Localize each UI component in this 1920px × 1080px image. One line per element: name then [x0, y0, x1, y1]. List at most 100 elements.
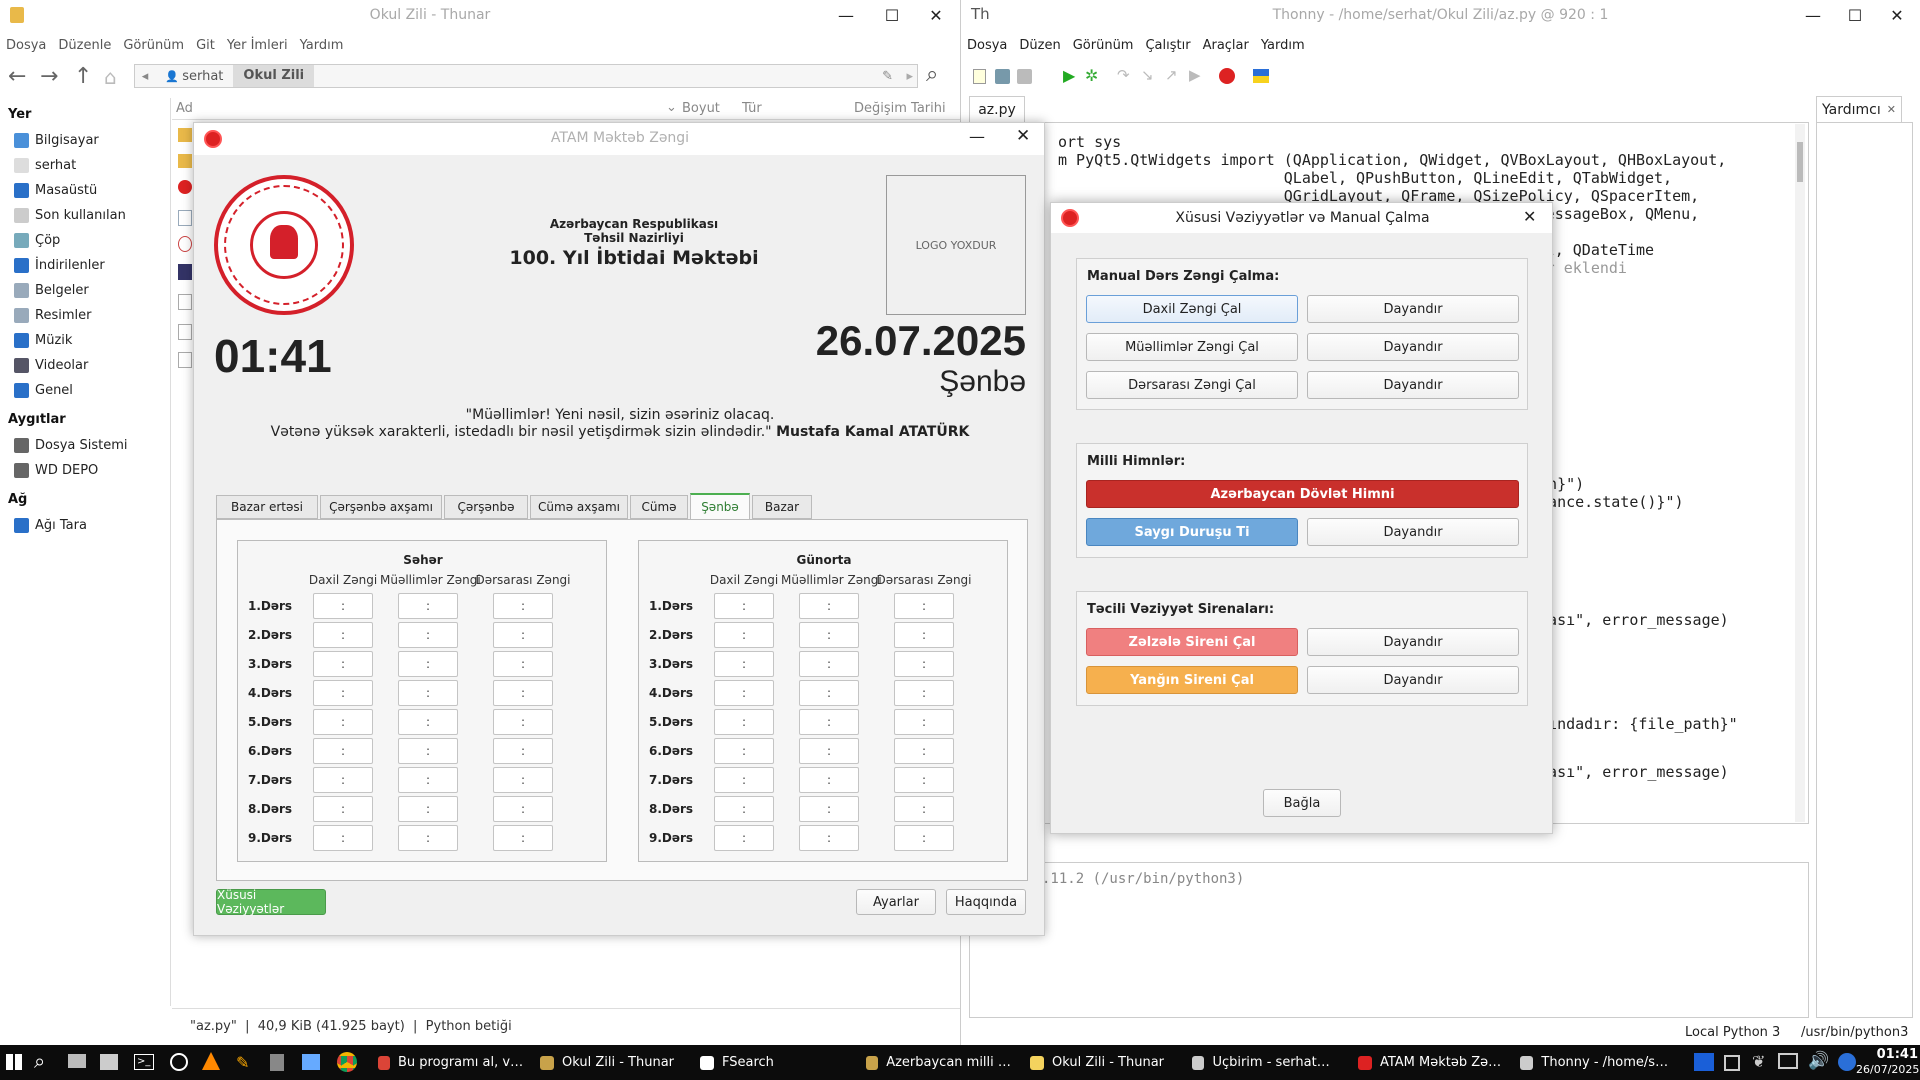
file-manager-icon[interactable]	[100, 1054, 118, 1070]
time-field[interactable]: :	[493, 709, 553, 735]
tray-maple-icon[interactable]: ❦	[1752, 1052, 1765, 1071]
sidebar-item[interactable]: Videolar	[0, 353, 170, 378]
taskbar-item[interactable]: ATAM Məktəb Zəngi	[1358, 1045, 1508, 1080]
time-field[interactable]: :	[493, 796, 553, 822]
tray-checkbox-icon[interactable]	[1724, 1055, 1740, 1071]
time-field[interactable]: :	[799, 680, 859, 706]
interpreter-label[interactable]: Local Python 3	[1685, 1025, 1780, 1040]
time-field[interactable]: :	[799, 767, 859, 793]
time-field[interactable]: :	[894, 825, 954, 851]
folder-icon[interactable]	[178, 154, 192, 168]
time-field[interactable]: :	[398, 593, 458, 619]
time-field[interactable]: :	[493, 651, 553, 677]
sidebar-item[interactable]: Müzik	[0, 328, 170, 353]
time-field[interactable]: :	[894, 796, 954, 822]
sidebar-item[interactable]: Masaüstü	[0, 178, 170, 203]
play-entry-bell-button[interactable]: Daxil Zəngi Çal	[1086, 295, 1298, 323]
minimize-button[interactable]: —	[824, 0, 868, 30]
open-file-icon[interactable]	[995, 69, 1010, 84]
thunar-titlebar[interactable]: Okul Zili - Thunar	[0, 0, 960, 30]
maximize-button[interactable]: ☐	[870, 0, 914, 30]
ukraine-flag-icon[interactable]	[1253, 69, 1269, 83]
time-field[interactable]: :	[313, 738, 373, 764]
time-field[interactable]: :	[894, 593, 954, 619]
time-field[interactable]: :	[313, 825, 373, 851]
sidebar-item[interactable]: WD DEPO	[0, 458, 170, 483]
back-icon[interactable]: ←	[8, 64, 26, 89]
time-field[interactable]: :	[799, 622, 859, 648]
menu-item[interactable]: Yardım	[300, 38, 344, 53]
location-bar[interactable]: ◂ 👤 serhat Okul Zili ✎ ▸	[134, 64, 918, 88]
column-date[interactable]: Değişim Tarihi	[854, 101, 946, 116]
stop-fire-siren-button[interactable]: Dayandır	[1307, 666, 1519, 694]
time-field[interactable]: :	[398, 738, 458, 764]
stop-break-bell-button[interactable]: Dayandır	[1307, 371, 1519, 399]
time-field[interactable]: :	[714, 651, 774, 677]
menu-item[interactable]: Dosya	[967, 38, 1007, 53]
sidebar-divider[interactable]	[170, 98, 171, 1006]
hammer-icon[interactable]	[68, 1054, 86, 1068]
time-field[interactable]: :	[493, 825, 553, 851]
taskbar-item[interactable]: Bu programı al, ve az...	[378, 1045, 528, 1080]
time-field[interactable]: :	[799, 593, 859, 619]
time-field[interactable]: :	[894, 738, 954, 764]
time-field[interactable]: :	[714, 593, 774, 619]
time-field[interactable]: :	[714, 738, 774, 764]
time-field[interactable]: :	[313, 796, 373, 822]
file-icon[interactable]	[178, 210, 192, 226]
time-field[interactable]: :	[894, 767, 954, 793]
time-field[interactable]: :	[894, 651, 954, 677]
menu-item[interactable]: Düzenle	[58, 38, 111, 53]
respect-button[interactable]: Saygı Duruşu Ti	[1086, 518, 1298, 546]
dialog-close-button[interactable]: Bağla	[1263, 789, 1341, 817]
sidebar-item[interactable]: Son kullanılan	[0, 203, 170, 228]
sidebar-item[interactable]: Genel	[0, 378, 170, 403]
settings-button[interactable]: Ayarlar	[856, 889, 936, 915]
next-icon[interactable]: ▸	[906, 69, 913, 84]
time-field[interactable]: :	[799, 738, 859, 764]
time-field[interactable]: :	[493, 622, 553, 648]
time-field[interactable]: :	[714, 767, 774, 793]
edit-icon[interactable]: ✎	[882, 69, 893, 84]
time-field[interactable]: :	[714, 825, 774, 851]
time-field[interactable]: :	[894, 709, 954, 735]
assistant-tab[interactable]: Yardımcı ✕	[1816, 96, 1902, 122]
time-field[interactable]: :	[714, 680, 774, 706]
app-icon[interactable]	[170, 1053, 188, 1071]
column-name[interactable]: Ad	[176, 101, 193, 116]
time-field[interactable]: :	[313, 709, 373, 735]
sidebar-item[interactable]: İndirilenler	[0, 253, 170, 278]
time-field[interactable]: :	[894, 680, 954, 706]
windows-start-icon[interactable]	[6, 1054, 22, 1070]
tray-app-icon[interactable]	[1694, 1053, 1714, 1071]
tab-day[interactable]: Bazar	[752, 495, 812, 519]
sidebar-item[interactable]: Ağı Tara	[0, 513, 170, 538]
atam-titlebar[interactable]: ATAM Məktəb Zəngi — ✕	[194, 123, 1044, 155]
time-field[interactable]: :	[714, 796, 774, 822]
minimize-button[interactable]: —	[969, 127, 985, 146]
menu-item[interactable]: Görünüm	[1073, 38, 1134, 53]
tab-day[interactable]: Şənbə	[690, 493, 750, 519]
search-icon[interactable]: ⌕	[34, 1049, 45, 1073]
menu-item[interactable]: Düzen	[1019, 38, 1060, 53]
shell-panel[interactable]: .11.2 (/usr/bin/python3)	[969, 862, 1809, 1018]
stop-entry-bell-button[interactable]: Dayandır	[1307, 295, 1519, 323]
editor-scrollbar[interactable]	[1795, 124, 1805, 822]
time-field[interactable]: :	[493, 593, 553, 619]
sidebar-item[interactable]: Resimler	[0, 303, 170, 328]
interpreter-path[interactable]: /usr/bin/python3	[1801, 1025, 1908, 1040]
editor-tab[interactable]: az.py	[969, 96, 1025, 122]
home-icon[interactable]: ⌂	[104, 65, 117, 89]
forward-icon[interactable]: →	[40, 64, 58, 89]
debug-icon[interactable]: ✲	[1085, 66, 1098, 85]
taskbar-item[interactable]: Okul Zili - Thunar	[540, 1045, 690, 1080]
file-icon[interactable]	[178, 236, 192, 252]
menu-item[interactable]: Yardım	[1261, 38, 1305, 53]
folder-icon[interactable]	[178, 128, 192, 142]
taskbar-item[interactable]: Azerbaycan milli mar...	[866, 1045, 1016, 1080]
play-teachers-bell-button[interactable]: Müəllimlər Zəngi Çal	[1086, 333, 1298, 361]
close-button[interactable]: ✕	[1523, 207, 1536, 226]
file-icon[interactable]	[178, 294, 192, 310]
thonny-titlebar[interactable]: Th Thonny - /home/serhat/Okul Zili/az.py…	[961, 0, 1920, 30]
column-type[interactable]: Tür	[742, 101, 762, 116]
